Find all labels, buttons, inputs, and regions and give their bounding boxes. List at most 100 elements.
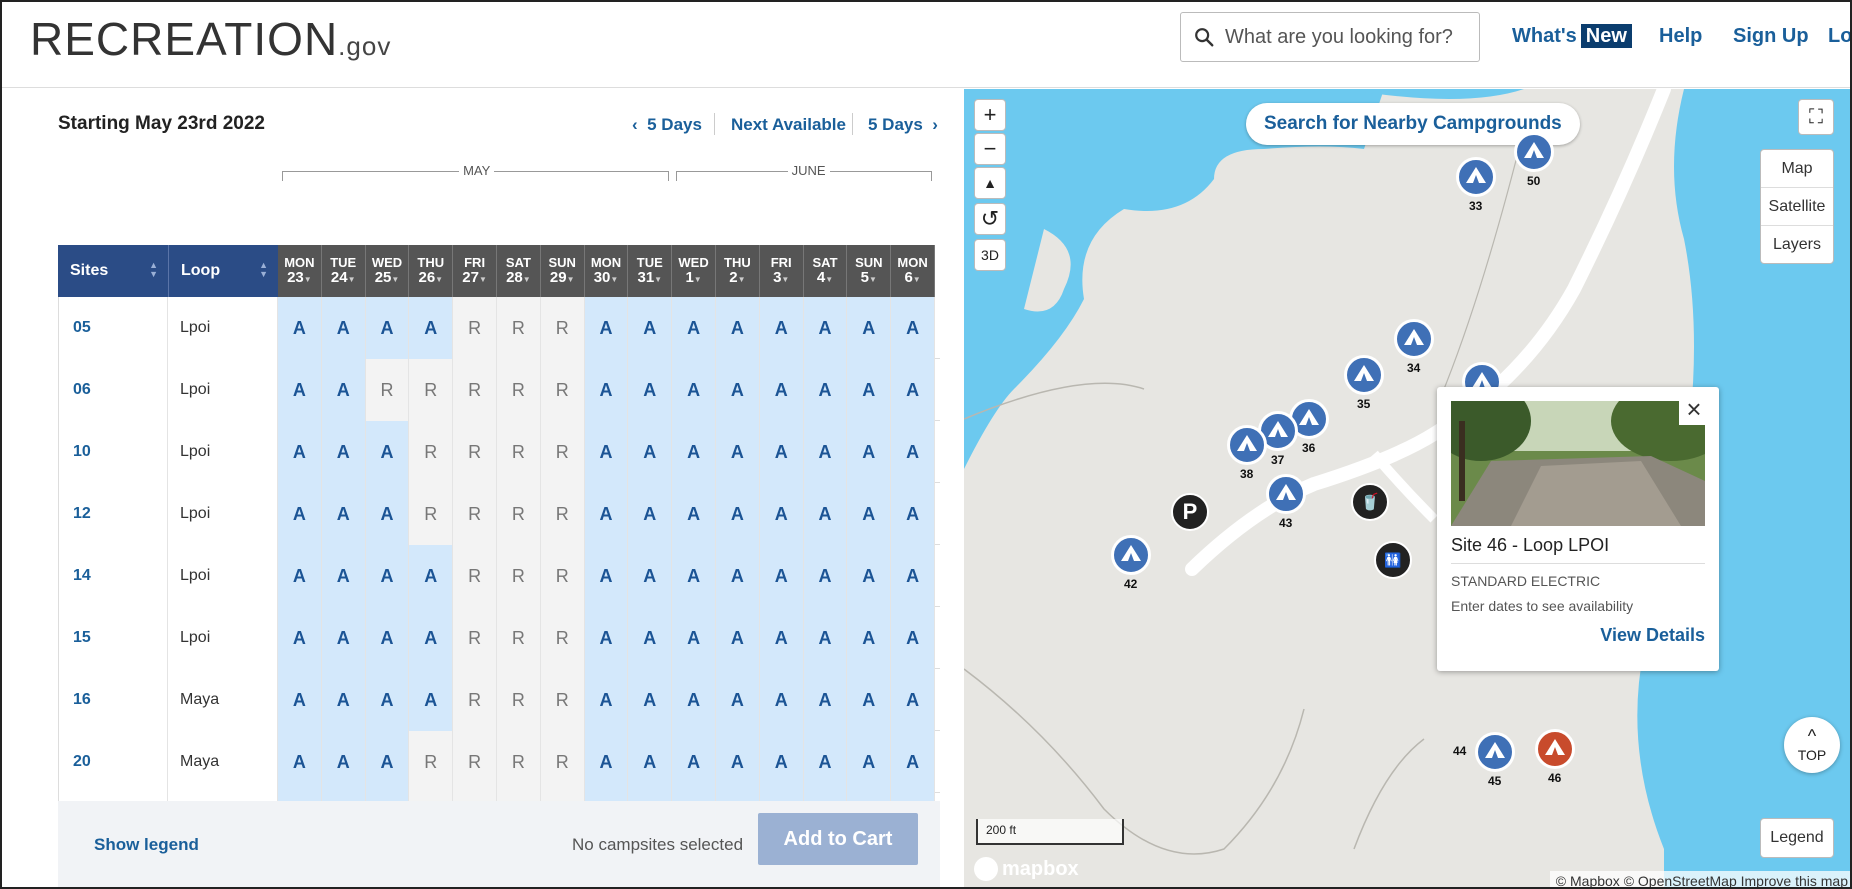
available-cell[interactable]: A	[409, 297, 454, 359]
show-legend-link[interactable]: Show legend	[94, 835, 199, 855]
site-number-link[interactable]: 20	[58, 731, 168, 793]
3d-toggle-button[interactable]: 3D	[974, 239, 1006, 271]
available-cell[interactable]: A	[321, 793, 366, 801]
available-cell[interactable]: A	[891, 483, 935, 545]
available-cell[interactable]: A	[803, 483, 848, 545]
campsite-marker[interactable]	[1111, 535, 1151, 575]
available-cell[interactable]: A	[672, 483, 716, 545]
available-cell[interactable]: A	[672, 607, 716, 669]
layer-option-satellite[interactable]: Satellite	[1761, 188, 1833, 226]
site-number-link[interactable]: 15	[58, 607, 168, 669]
available-cell[interactable]: A	[409, 545, 454, 607]
campsite-marker[interactable]	[1514, 132, 1554, 172]
recreation-gov-logo[interactable]: RECREATION.gov	[30, 12, 391, 66]
site-number-link[interactable]: 06	[58, 359, 168, 421]
available-cell[interactable]: A	[803, 545, 848, 607]
view-details-link[interactable]: View Details	[1600, 625, 1705, 646]
available-cell[interactable]: A	[891, 421, 935, 483]
available-cell[interactable]: A	[278, 731, 322, 793]
campsite-marker[interactable]	[1266, 474, 1306, 514]
compass-icon[interactable]: ▲	[974, 167, 1006, 199]
available-cell[interactable]: A	[803, 359, 848, 421]
available-cell[interactable]: A	[628, 669, 673, 731]
available-cell[interactable]: A	[409, 607, 454, 669]
day-column-header[interactable]: FRI 27▼	[453, 245, 497, 297]
zoom-in-button[interactable]: +	[974, 99, 1006, 131]
site-number-link[interactable]: 14	[58, 545, 168, 607]
map-attribution[interactable]: © Mapbox © OpenStreetMap Improve this ma…	[1549, 871, 1850, 887]
day-column-header[interactable]: TUE 31▼	[628, 245, 673, 297]
available-cell[interactable]: A	[672, 669, 716, 731]
available-cell[interactable]: A	[759, 297, 804, 359]
available-cell[interactable]: A	[847, 607, 892, 669]
available-cell[interactable]: A	[716, 607, 760, 669]
available-cell[interactable]: A	[628, 545, 673, 607]
available-cell[interactable]: A	[891, 545, 935, 607]
day-column-header[interactable]: SAT 4▼	[803, 245, 848, 297]
campsite-marker[interactable]	[1344, 355, 1384, 395]
available-cell[interactable]: A	[628, 731, 673, 793]
day-column-header[interactable]: THU 2▼	[716, 245, 760, 297]
available-cell[interactable]: A	[716, 421, 760, 483]
available-cell[interactable]: A	[716, 731, 760, 793]
available-cell[interactable]: A	[759, 483, 804, 545]
day-column-header[interactable]: THU 26▼	[409, 245, 454, 297]
available-cell[interactable]: A	[716, 297, 760, 359]
available-cell[interactable]: A	[847, 297, 892, 359]
layer-option-layers[interactable]: Layers	[1761, 226, 1833, 264]
next-5-days-button[interactable]: 5 Days ›	[868, 115, 938, 135]
day-column-header[interactable]: MON 23▼	[278, 245, 322, 297]
available-cell[interactable]: A	[278, 669, 322, 731]
available-cell[interactable]: A	[628, 297, 673, 359]
available-cell[interactable]: A	[278, 793, 322, 801]
available-cell[interactable]: A	[672, 421, 716, 483]
available-cell[interactable]: A	[365, 421, 410, 483]
site-number-link[interactable]: 16	[58, 669, 168, 731]
available-cell[interactable]: A	[847, 669, 892, 731]
available-cell[interactable]: A	[321, 421, 366, 483]
available-cell[interactable]: A	[847, 731, 892, 793]
available-cell[interactable]: A	[365, 793, 410, 801]
available-cell[interactable]: A	[584, 793, 629, 801]
available-cell[interactable]: A	[628, 421, 673, 483]
available-cell[interactable]: A	[803, 731, 848, 793]
available-cell[interactable]: A	[891, 297, 935, 359]
available-cell[interactable]: A	[321, 545, 366, 607]
available-cell[interactable]: A	[803, 297, 848, 359]
available-cell[interactable]: A	[584, 359, 629, 421]
available-cell[interactable]: A	[759, 793, 804, 801]
available-cell[interactable]: A	[891, 607, 935, 669]
selected-campsite-marker[interactable]	[1535, 729, 1575, 769]
layer-option-map[interactable]: Map	[1761, 150, 1833, 188]
day-column-header[interactable]: WED 25▼	[365, 245, 410, 297]
nav-sign-up[interactable]: Sign Up	[1733, 25, 1809, 48]
available-cell[interactable]: A	[672, 297, 716, 359]
reset-rotation-icon[interactable]: ↺	[974, 203, 1006, 235]
fullscreen-icon[interactable]: ⛶	[1798, 99, 1834, 135]
available-cell[interactable]: A	[891, 669, 935, 731]
available-cell[interactable]: A	[278, 421, 322, 483]
available-cell[interactable]: A	[584, 421, 629, 483]
nav-log-in[interactable]: Log	[1828, 25, 1850, 48]
day-column-header[interactable]: SUN 29▼	[540, 245, 585, 297]
campsite-marker[interactable]	[1394, 319, 1434, 359]
available-cell[interactable]: A	[278, 545, 322, 607]
available-cell[interactable]: A	[759, 421, 804, 483]
nav-help[interactable]: Help	[1659, 25, 1702, 48]
available-cell[interactable]: A	[716, 669, 760, 731]
site-number-link[interactable]: 05	[58, 297, 168, 359]
available-cell[interactable]: A	[321, 483, 366, 545]
available-cell[interactable]: A	[628, 793, 673, 801]
add-to-cart-button[interactable]: Add to Cart	[758, 813, 918, 865]
campsite-marker[interactable]	[1475, 732, 1515, 772]
available-cell[interactable]: A	[278, 297, 322, 359]
search-box[interactable]	[1180, 12, 1480, 62]
site-number-link[interactable]: 12	[58, 483, 168, 545]
available-cell[interactable]: A	[672, 545, 716, 607]
available-cell[interactable]: A	[803, 793, 848, 801]
available-cell[interactable]: A	[759, 607, 804, 669]
available-cell[interactable]: A	[716, 793, 760, 801]
available-cell[interactable]: A	[672, 731, 716, 793]
day-column-header[interactable]: SAT 28▼	[497, 245, 541, 297]
parking-icon[interactable]: P	[1171, 493, 1209, 531]
